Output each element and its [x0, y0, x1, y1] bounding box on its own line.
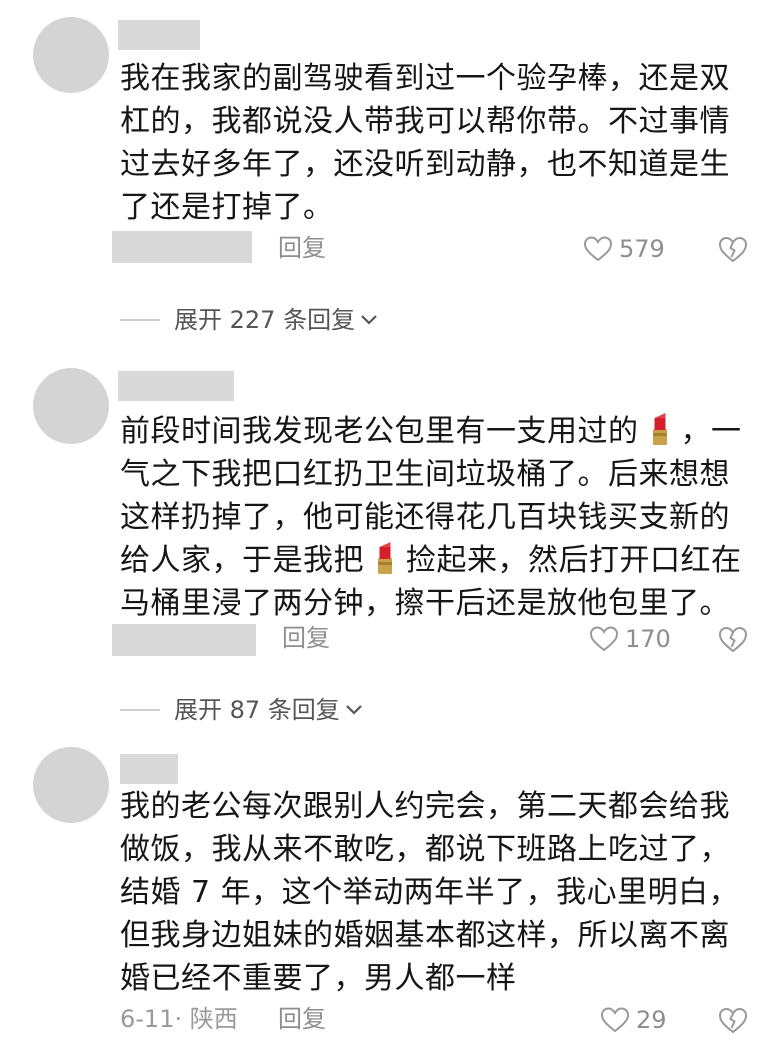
- broken-heart-icon[interactable]: [718, 624, 748, 654]
- divider-dash: [120, 709, 160, 711]
- expand-replies-button[interactable]: 展开 87 条回复: [120, 695, 364, 725]
- redacted-username[interactable]: [118, 20, 200, 50]
- redacted-username[interactable]: [118, 371, 234, 401]
- like-count: 29: [636, 1006, 667, 1034]
- reply-button[interactable]: 回复: [278, 232, 326, 264]
- reply-button[interactable]: 回复: [282, 622, 330, 654]
- heart-outline-icon: [583, 236, 613, 262]
- expand-replies-label: 展开 87 条回复: [174, 696, 340, 724]
- lipstick-emoji: [378, 542, 392, 574]
- like-button[interactable]: 29: [600, 1004, 667, 1036]
- date-location: 6-11· 陕西: [120, 1005, 238, 1033]
- comment-text-part: 前段时间我发现老公包里有一支用过的: [120, 414, 639, 449]
- avatar[interactable]: [33, 368, 109, 444]
- like-button[interactable]: 170: [589, 623, 671, 655]
- chevron-down-icon: [361, 315, 377, 325]
- comment-text: 我的老公每次跟别人约完会，第二天都会给我做饭，我从来不敢吃，都说下班路上吃过了，…: [120, 789, 740, 996]
- heart-outline-icon: [600, 1007, 630, 1033]
- broken-heart-icon[interactable]: [718, 234, 748, 264]
- like-count: 170: [625, 625, 671, 653]
- broken-heart-icon[interactable]: [718, 1005, 748, 1035]
- expand-replies-button[interactable]: 展开 227 条回复: [120, 305, 379, 335]
- redacted-username[interactable]: [120, 754, 178, 784]
- chevron-down-icon: [346, 705, 362, 715]
- redacted-date-location: [112, 624, 256, 656]
- expand-replies-label: 展开 227 条回复: [174, 306, 356, 334]
- like-count: 579: [619, 235, 665, 263]
- lipstick-emoji: [652, 413, 667, 445]
- like-button[interactable]: 579: [583, 233, 665, 265]
- redacted-date-location: [112, 231, 252, 263]
- divider-dash: [120, 319, 160, 321]
- comment-text: 前段时间我发现老公包里有一支用过的 ，一气之下我把口红扔卫生间垃圾桶了。后来想想这…: [120, 410, 745, 625]
- avatar[interactable]: [33, 17, 109, 93]
- avatar[interactable]: [33, 747, 109, 823]
- heart-outline-icon: [589, 626, 619, 652]
- reply-button[interactable]: 回复: [278, 1003, 326, 1035]
- comment-text: 我在我家的副驾驶看到过一个验孕棒，还是双杠的，我都说没人带我可以帮你带。不过事情…: [120, 61, 730, 225]
